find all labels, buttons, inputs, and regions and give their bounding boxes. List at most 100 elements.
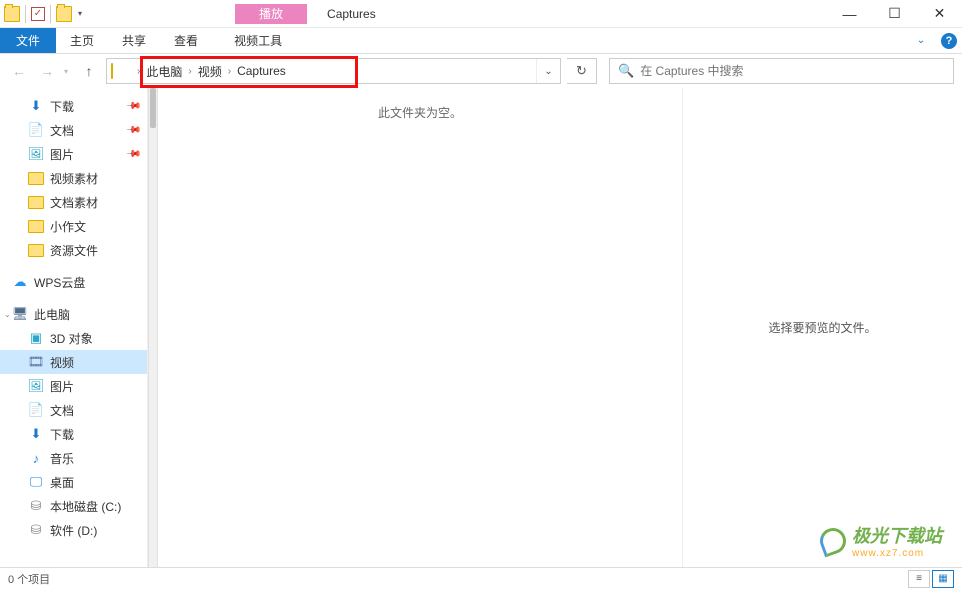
back-button[interactable]: ← [8,60,30,82]
up-button[interactable]: ↑ [78,60,100,82]
tab-view[interactable]: 查看 [160,28,212,53]
sidebar-item-label: 3D 对象 [50,330,93,347]
sidebar-item-label: 小作文 [50,218,86,235]
video-icon: 🎞 [28,354,44,370]
refresh-button[interactable]: ↻ [567,58,597,84]
ribbon-tabs: 文件 主页 共享 查看 视频工具 ⌄ ? [0,28,962,54]
window-title: Captures [327,7,376,21]
preview-pane: 选择要预览的文件。 [682,88,962,567]
breadcrumb-arrow-icon[interactable]: › [135,66,142,77]
breadcrumb-arrow-icon[interactable]: › [186,66,193,77]
quick-access-toolbar: ✓ ▾ [0,5,90,23]
pc-icon: 🖥 [12,306,28,322]
tab-share[interactable]: 共享 [108,28,160,53]
new-folder-icon[interactable] [56,6,72,22]
file-tab[interactable]: 文件 [0,28,56,53]
sidebar-item[interactable]: ⬇下载 [0,422,147,446]
folder-icon [28,218,44,234]
sidebar-this-pc[interactable]: ⌄ 🖥 此电脑 [0,302,147,326]
sidebar-item-label: 文档 [50,402,74,419]
pin-icon: 📌 [124,122,141,139]
breadcrumb-pc[interactable]: 此电脑 [142,63,186,80]
sidebar-item[interactable]: 🖵 桌面 [0,470,147,494]
watermark-text: 极光下载站 [852,526,942,546]
minimize-button[interactable]: — [827,0,872,28]
cloud-icon: ☁ [12,274,28,290]
sidebar-item[interactable]: 资源文件 [0,238,147,262]
breadcrumb-arrow-icon[interactable]: › [226,66,233,77]
status-bar: 0 个项目 ≡ ▦ [0,567,962,589]
watermark: 极光下载站 www.xz7.com [820,522,942,559]
contextual-tab-play[interactable]: 播放 [235,4,307,24]
sidebar-item-label: 软件 (D:) [50,522,97,539]
help-button[interactable]: ? [936,28,962,53]
sidebar-item[interactable]: 🎞 视频 [0,350,147,374]
sidebar-item[interactable]: 🖼图片📌 [0,142,147,166]
search-icon: 🔍 [618,63,634,79]
download-icon: ⬇ [28,98,44,114]
view-details-button[interactable]: ≡ [908,570,930,588]
chevron-down-icon[interactable]: ⌄ [4,310,11,319]
help-icon: ? [941,33,957,49]
sidebar-item-label: 文档素材 [50,194,98,211]
qat-dropdown-icon[interactable]: ▾ [78,9,82,18]
watermark-url: www.xz7.com [852,548,942,559]
navigation-row: ← → ▾ ↑ › 此电脑 › 视频 › Captures ⌄ ↻ 🔍 [0,54,962,88]
sidebar-item-label: 下载 [50,98,74,115]
history-dropdown-icon[interactable]: ▾ [64,67,68,76]
close-button[interactable]: ✕ [917,0,962,28]
sidebar-wps[interactable]: ☁ WPS云盘 [0,270,147,294]
pin-icon: 📌 [124,98,141,115]
sidebar-item[interactable]: ⬇ 下载 📌 [0,94,147,118]
preview-placeholder: 选择要预览的文件。 [768,319,876,336]
sidebar-item[interactable]: ⛁ 软件 (D:) [0,518,147,542]
search-input[interactable] [640,64,945,78]
navigation-pane[interactable]: ⬇下载📌📄文档📌🖼图片📌视频素材文档素材小作文资源文件 ☁ WPS云盘 ⌄ 🖥 … [0,88,148,567]
address-bar[interactable]: › 此电脑 › 视频 › Captures ⌄ [106,58,561,84]
sidebar-item[interactable]: 小作文 [0,214,147,238]
sidebar-item-label: 文档 [50,122,74,139]
sidebar-item[interactable]: 🖼图片 [0,374,147,398]
sidebar-item-label: 桌面 [50,474,74,491]
tab-video-tools[interactable]: 视频工具 [220,28,296,53]
ribbon-expand-icon[interactable]: ⌄ [906,28,936,53]
scrollbar-thumb[interactable] [150,88,156,128]
sidebar-item[interactable]: 视频素材 [0,166,147,190]
sidebar-item-label: 图片 [50,378,74,395]
download-icon: ⬇ [28,426,44,442]
picture-icon: 🖼 [28,146,44,162]
pin-icon: 📌 [124,146,141,163]
folder-icon [4,6,20,22]
address-folder-icon [111,63,113,79]
content-scrollbar[interactable] [148,88,158,567]
tab-home[interactable]: 主页 [56,28,108,53]
body: ⬇下载📌📄文档📌🖼图片📌视频素材文档素材小作文资源文件 ☁ WPS云盘 ⌄ 🖥 … [0,88,962,567]
sidebar-item[interactable]: 文档素材 [0,190,147,214]
maximize-button[interactable]: ☐ [872,0,917,28]
desktop-icon: 🖵 [28,474,44,490]
folder-icon [28,194,44,210]
sidebar-item[interactable]: ▣ 3D 对象 [0,326,147,350]
file-list[interactable]: 此文件夹为空。 [158,88,682,567]
sidebar-item[interactable]: ⛁本地磁盘 (C:) [0,494,147,518]
breadcrumb-videos[interactable]: 视频 [194,63,226,80]
search-box[interactable]: 🔍 [609,58,954,84]
sidebar-item[interactable]: 📄文档 [0,398,147,422]
breadcrumb-captures[interactable]: Captures [233,64,290,78]
3d-icon: ▣ [28,330,44,346]
folder-icon [28,170,44,186]
properties-icon[interactable]: ✓ [31,7,45,21]
sidebar-item[interactable]: 📄文档📌 [0,118,147,142]
folder-icon [28,242,44,258]
sidebar-item[interactable]: ♪音乐 [0,446,147,470]
view-large-icons-button[interactable]: ▦ [932,570,954,588]
sidebar-item-label: 本地磁盘 (C:) [50,498,121,515]
disk-icon: ⛁ [28,522,44,538]
sidebar-item-label: 视频 [50,354,74,371]
forward-button[interactable]: → [36,60,58,82]
address-dropdown-icon[interactable]: ⌄ [536,59,560,83]
watermark-logo-icon [816,524,849,557]
sidebar-pc-label: 此电脑 [34,306,70,323]
music-icon: ♪ [28,450,44,466]
sidebar-item-label: 视频素材 [50,170,98,187]
